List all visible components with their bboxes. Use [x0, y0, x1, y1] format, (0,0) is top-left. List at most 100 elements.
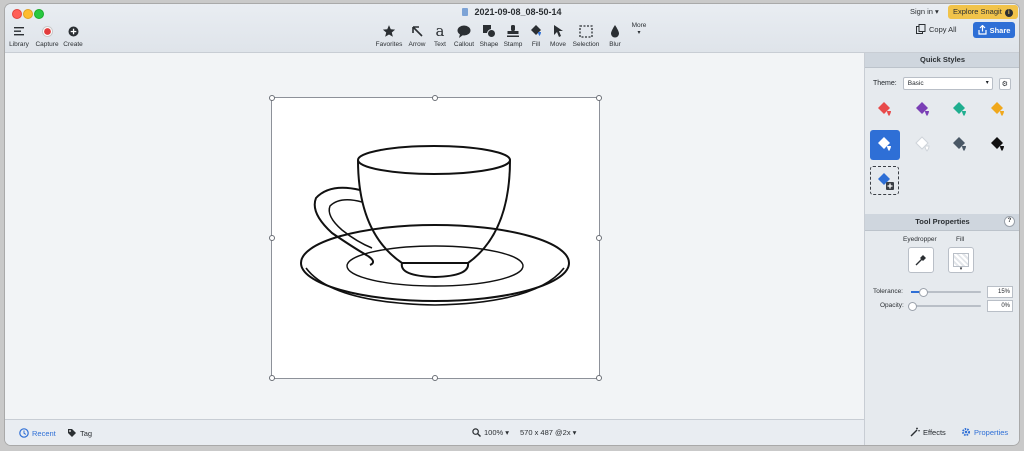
- zoom-control[interactable]: 100% ▾: [472, 428, 509, 437]
- quick-style-swatch[interactable]: [945, 95, 975, 125]
- fill-bucket-icon: [953, 102, 966, 116]
- fill-color-picker[interactable]: ▾: [948, 247, 974, 273]
- resize-handle-w[interactable]: [269, 235, 275, 241]
- text-icon: a: [435, 22, 445, 40]
- library-icon: [13, 26, 24, 35]
- tag-icon: [68, 429, 76, 437]
- opacity-label: Opacity:: [880, 302, 904, 309]
- eyedropper-label: Eyedropper: [903, 236, 937, 243]
- magnifier-icon: [472, 428, 481, 437]
- toolbar: 2021-09-08_08-50-14 Library Capture Crea…: [5, 4, 1019, 53]
- stamp-icon: [507, 25, 519, 37]
- fill-tool[interactable]: Fill: [527, 22, 545, 48]
- fill-bucket-icon: [953, 137, 966, 151]
- properties-sidebar: Quick Styles Theme: Basic ▾ ⚙ Tool Proper…: [864, 53, 1019, 445]
- tool-properties-panel: Tool Properties ? Eyedropper Fill ▾ Tole…: [865, 214, 1019, 312]
- fill-bucket-icon: [878, 137, 891, 151]
- chevron-down-icon: ▾: [985, 80, 989, 86]
- gear-icon: [962, 428, 970, 436]
- help-icon[interactable]: ?: [1004, 216, 1015, 227]
- shape-icon: [483, 25, 496, 38]
- quick-style-swatch[interactable]: [983, 130, 1013, 160]
- selection-icon: [579, 24, 593, 38]
- opacity-slider-knob[interactable]: [908, 302, 917, 311]
- quick-style-swatch[interactable]: [983, 95, 1013, 125]
- library-button[interactable]: Library: [7, 22, 31, 48]
- info-icon: i: [1004, 9, 1013, 17]
- theme-row: Theme: Basic ▾ ⚙: [873, 77, 1011, 90]
- resize-handle-nw[interactable]: [269, 95, 275, 101]
- capture-button[interactable]: Capture: [33, 22, 61, 48]
- snagit-editor-window: 2021-09-08_08-50-14 Library Capture Crea…: [5, 4, 1019, 445]
- create-icon: [68, 26, 78, 36]
- fill-bucket-icon: [991, 102, 1004, 116]
- quick-style-swatch[interactable]: [908, 95, 938, 125]
- tolerance-slider-knob[interactable]: [918, 288, 928, 297]
- recent-button[interactable]: Recent: [19, 428, 56, 438]
- arrow-tool[interactable]: Arrow: [406, 22, 428, 48]
- resize-handle-sw[interactable]: [269, 375, 275, 381]
- gear-icon[interactable]: ⚙: [998, 77, 1011, 90]
- shape-tool[interactable]: Shape: [478, 22, 500, 48]
- callout-tool[interactable]: Callout: [452, 22, 476, 48]
- fill-bucket-icon: [991, 137, 1004, 151]
- opacity-value[interactable]: 0%: [987, 300, 1013, 312]
- chevron-down-icon: ▾: [959, 266, 963, 272]
- fill-bucket-icon: [916, 102, 929, 116]
- theme-label: Theme:: [873, 80, 897, 87]
- create-button[interactable]: Create: [61, 22, 85, 48]
- resize-handle-n[interactable]: [432, 95, 438, 101]
- image-dimensions[interactable]: 570 x 487 @2x ▾: [520, 428, 576, 437]
- canvas-area[interactable]: [5, 53, 864, 419]
- magic-wand-icon: [910, 427, 920, 437]
- effects-button[interactable]: Effects: [910, 427, 946, 437]
- add-style-icon: [877, 172, 894, 190]
- eyedropper-button[interactable]: [908, 247, 934, 273]
- text-tool[interactable]: a Text: [430, 22, 450, 48]
- callout-icon: [457, 25, 471, 38]
- tool-properties-header: Tool Properties ?: [865, 214, 1019, 231]
- cursor-icon: [554, 25, 563, 37]
- chevron-down-icon: ▾: [637, 30, 641, 36]
- opacity-slider[interactable]: [908, 302, 981, 311]
- selection-tool[interactable]: Selection: [571, 22, 601, 48]
- copy-all-button[interactable]: Copy All: [916, 24, 957, 34]
- transparent-swatch-icon: [953, 253, 969, 267]
- properties-button[interactable]: Properties: [961, 427, 1008, 437]
- captured-image[interactable]: [271, 97, 600, 379]
- quick-style-swatch[interactable]: [870, 130, 900, 160]
- fill-bucket-icon: [915, 136, 930, 152]
- tag-button[interactable]: Tag: [67, 428, 92, 438]
- theme-select[interactable]: Basic ▾: [902, 77, 993, 90]
- quick-style-swatch[interactable]: [945, 130, 975, 160]
- sign-in-button[interactable]: Sign in ▾: [910, 7, 939, 16]
- favorites-tool[interactable]: Favorites: [374, 22, 404, 48]
- fill-bucket-icon: [878, 102, 891, 116]
- arrow-icon: [412, 26, 423, 37]
- move-tool[interactable]: Move: [548, 22, 568, 48]
- resize-handle-e[interactable]: [596, 235, 602, 241]
- tolerance-slider[interactable]: [911, 288, 981, 297]
- quick-style-swatch[interactable]: [870, 95, 900, 125]
- quick-styles-header: Quick Styles: [865, 53, 1019, 68]
- add-quick-style-button[interactable]: [870, 166, 899, 195]
- tolerance-label: Tolerance:: [873, 288, 903, 295]
- tolerance-value[interactable]: 15%: [987, 286, 1013, 298]
- more-tools-button[interactable]: More ▾: [628, 20, 650, 36]
- stamp-tool[interactable]: Stamp: [501, 22, 525, 48]
- fill-label: Fill: [956, 236, 965, 243]
- blur-tool[interactable]: Blur: [604, 22, 626, 48]
- share-button[interactable]: Share: [973, 22, 1015, 38]
- document-icon: [462, 8, 469, 16]
- fill-bucket-icon: [531, 25, 541, 36]
- resize-handle-s[interactable]: [432, 375, 438, 381]
- quick-style-swatch[interactable]: [908, 130, 938, 160]
- explore-snagit-button[interactable]: Explore Snagit i: [948, 5, 1018, 19]
- capture-icon: [41, 25, 53, 37]
- copy-icon: [916, 24, 926, 34]
- resize-handle-ne[interactable]: [596, 95, 602, 101]
- resize-handle-se[interactable]: [596, 375, 602, 381]
- status-bar: Recent Tag 100% ▾ 570 x 487 @2x ▾: [5, 419, 864, 445]
- document-title: 2021-09-08_08-50-14: [5, 7, 1019, 17]
- blur-drop-icon: [611, 25, 619, 38]
